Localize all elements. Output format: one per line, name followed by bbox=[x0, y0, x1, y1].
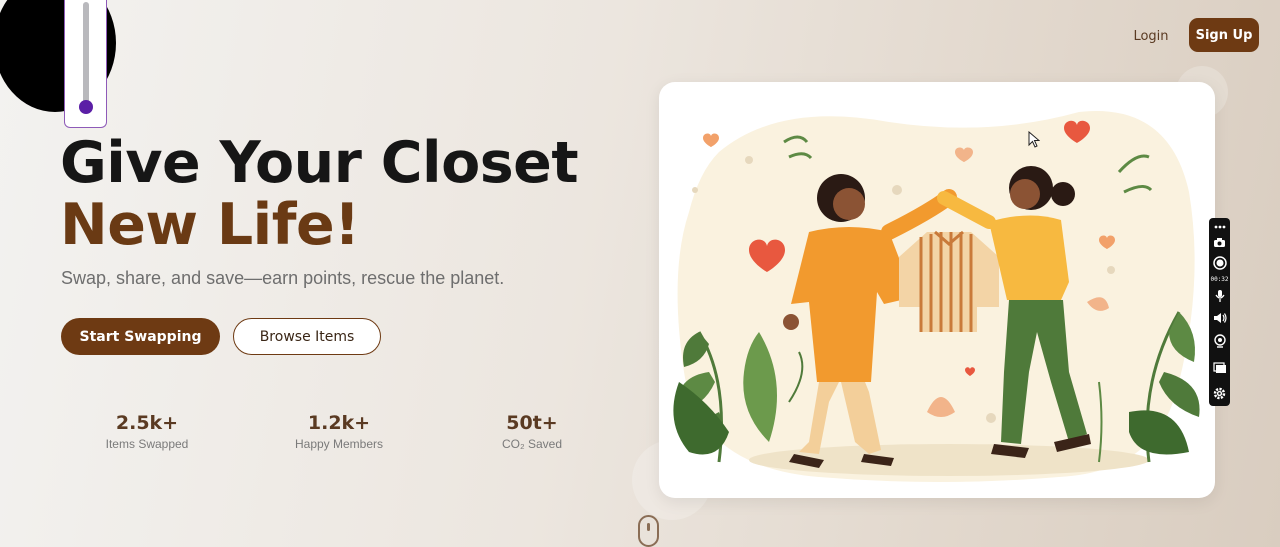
camera-icon bbox=[1214, 237, 1225, 247]
hero-illustration-card bbox=[659, 82, 1215, 498]
stat-value: 50t+ bbox=[506, 412, 558, 434]
hero-illustration bbox=[673, 111, 1200, 482]
login-button[interactable]: Login bbox=[1124, 22, 1178, 50]
stat-happy-members: 1.2k+ Happy Members bbox=[259, 412, 419, 451]
more-icon bbox=[1214, 225, 1225, 229]
webcam-icon bbox=[1213, 334, 1226, 348]
slider-thumb[interactable] bbox=[79, 100, 93, 114]
speaker-icon bbox=[1213, 313, 1227, 323]
slider-track[interactable] bbox=[83, 2, 89, 104]
window-icon bbox=[1212, 362, 1226, 373]
stat-co2-saved: 50t+ CO₂ Saved bbox=[452, 412, 612, 451]
screenshot-button[interactable] bbox=[1209, 234, 1230, 250]
microphone-icon bbox=[1214, 290, 1225, 302]
stat-label: Items Swapped bbox=[105, 437, 189, 451]
stat-value: 1.2k+ bbox=[307, 412, 371, 434]
start-swapping-button[interactable]: Start Swapping bbox=[61, 318, 220, 355]
recorder-toolbar: 00:32 bbox=[1209, 218, 1230, 406]
more-options-button[interactable] bbox=[1209, 221, 1230, 233]
hero-title-line2: New Life! bbox=[60, 192, 360, 258]
hero-title-line1: Give Your Closet bbox=[60, 130, 579, 196]
stat-items-swapped: 2.5k+ Items Swapped bbox=[67, 412, 227, 451]
system-audio-button[interactable] bbox=[1209, 310, 1230, 326]
microphone-button[interactable] bbox=[1209, 288, 1230, 304]
record-button[interactable] bbox=[1209, 254, 1230, 272]
stat-value: 2.5k+ bbox=[115, 412, 179, 434]
scroll-wheel-icon bbox=[647, 523, 650, 531]
browse-items-button[interactable]: Browse Items bbox=[233, 318, 381, 355]
hero-subtitle: Swap, share, and save—earn points, rescu… bbox=[61, 268, 505, 288]
window-select-button[interactable] bbox=[1209, 360, 1230, 376]
scroll-down-indicator[interactable] bbox=[638, 515, 659, 547]
volume-slider[interactable] bbox=[64, 0, 107, 128]
heart-icon bbox=[703, 133, 719, 147]
gear-icon bbox=[1213, 387, 1226, 399]
stat-label: Happy Members bbox=[294, 437, 384, 451]
signup-button[interactable]: Sign Up bbox=[1189, 18, 1259, 52]
hero-title: Give Your Closet New Life! bbox=[60, 130, 579, 258]
webcam-button[interactable] bbox=[1209, 332, 1230, 350]
recording-timer: 00:32 bbox=[1210, 276, 1229, 283]
record-icon bbox=[1212, 256, 1227, 270]
mouse-cursor-icon bbox=[1028, 131, 1040, 148]
settings-button[interactable] bbox=[1209, 384, 1230, 402]
stat-label: CO₂ Saved bbox=[501, 437, 563, 451]
